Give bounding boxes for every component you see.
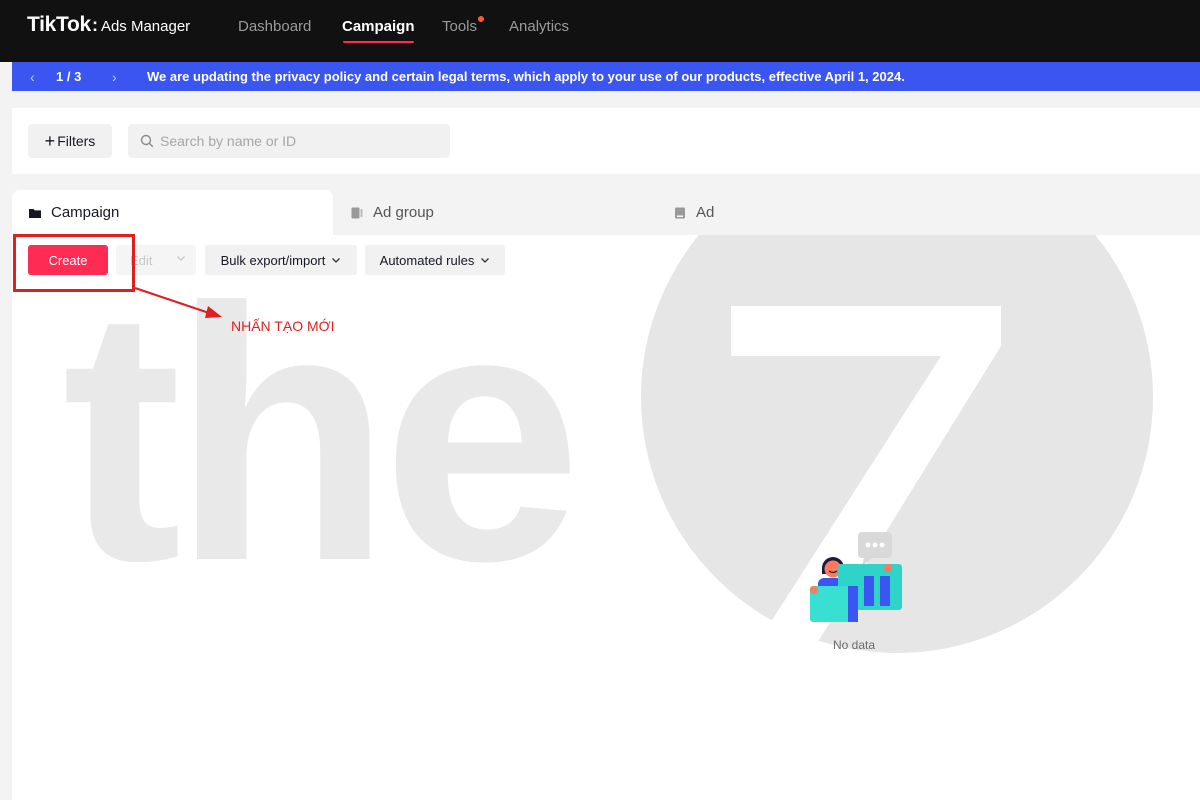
bulk-export-import-dropdown[interactable]: Bulk export/import (205, 245, 357, 275)
top-nav: TikTok : Ads Manager Dashboard Campaign … (0, 0, 1200, 62)
nav-campaign[interactable]: Campaign (342, 18, 415, 44)
tab-ad[interactable]: Ad (673, 190, 973, 235)
chevron-down-icon (481, 258, 490, 263)
nav-campaign-label: Campaign (342, 18, 415, 35)
search-box[interactable] (128, 124, 450, 158)
search-input[interactable] (160, 133, 440, 149)
nav-analytics[interactable]: Analytics (509, 18, 569, 44)
ad-icon (675, 207, 685, 218)
logo-wordmark: TikTok (27, 13, 91, 36)
announcement-pager: 1 / 3 (56, 69, 82, 84)
automated-label: Automated rules (379, 252, 475, 268)
nav-tools-label: Tools (442, 18, 478, 35)
logo-product: Ads Manager (100, 18, 191, 35)
folder-icon (29, 208, 41, 218)
bulk-label: Bulk export/import (220, 252, 326, 268)
tab-campaign[interactable]: Campaign (12, 190, 333, 235)
nav-tools[interactable]: Tools (442, 16, 485, 44)
logo-colon: : (91, 15, 98, 35)
chevron-down-icon (177, 256, 185, 261)
search-icon (140, 134, 154, 148)
announcement-bar: ‹ 1 / 3 › We are updating the privacy po… (12, 62, 1200, 91)
watermark-the: the (62, 235, 582, 636)
tab-ad-label: Ad (696, 204, 715, 221)
announcement-text[interactable]: We are updating the privacy policy and c… (147, 69, 905, 84)
plus-icon: + (44, 130, 56, 151)
notification-dot-icon (478, 16, 485, 22)
filter-bar: + Filters (12, 108, 1200, 174)
ad-group-icon (351, 207, 363, 218)
tab-ad-group-label: Ad group (373, 204, 434, 221)
chevron-down-icon (332, 258, 341, 263)
empty-state-text: No data (832, 638, 876, 652)
empty-state-illustration (810, 532, 902, 622)
filters-button[interactable]: + Filters (28, 124, 112, 158)
tab-ad-group[interactable]: Ad group (350, 190, 650, 235)
chevron-left-icon[interactable]: ‹ (30, 69, 35, 85)
annotation-highlight-box (13, 234, 135, 292)
tab-campaign-label: Campaign (51, 204, 120, 221)
active-nav-underline (343, 41, 414, 43)
nav-dashboard[interactable]: Dashboard (238, 18, 311, 44)
tiktok-ads-logo[interactable]: TikTok : Ads Manager (27, 13, 190, 37)
chevron-right-icon[interactable]: › (112, 69, 117, 85)
annotation-label: NHẤN TẠO MỚI (231, 318, 335, 334)
automated-rules-dropdown[interactable]: Automated rules (365, 245, 505, 275)
campaign-table-panel: the Create Edit Bulk export/import Autom… (12, 235, 1200, 800)
filters-label: Filters (57, 133, 96, 149)
